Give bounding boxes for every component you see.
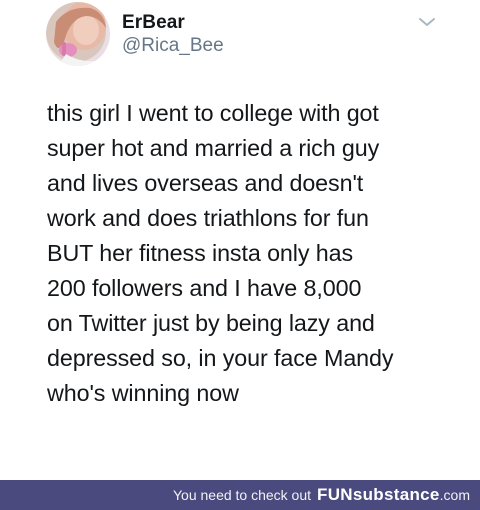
avatar[interactable] — [46, 2, 110, 66]
user-handle[interactable]: @Rica_Bee — [122, 35, 224, 57]
tweet-text: this girl I went to college with got sup… — [47, 100, 394, 406]
tweet-card: ErBear @Rica_Bee this girl I went to col… — [0, 0, 480, 480]
watermark-footer: You need to check out FUNsubstance .com — [0, 480, 480, 510]
display-name[interactable]: ErBear — [122, 12, 185, 34]
footer-brand: FUNsubstance — [317, 485, 440, 504]
footer-tagline: You need to check out — [172, 487, 312, 503]
chevron-down-icon[interactable] — [416, 14, 438, 30]
profile-photo-icon — [46, 2, 110, 66]
footer-domain: .com — [439, 487, 470, 503]
